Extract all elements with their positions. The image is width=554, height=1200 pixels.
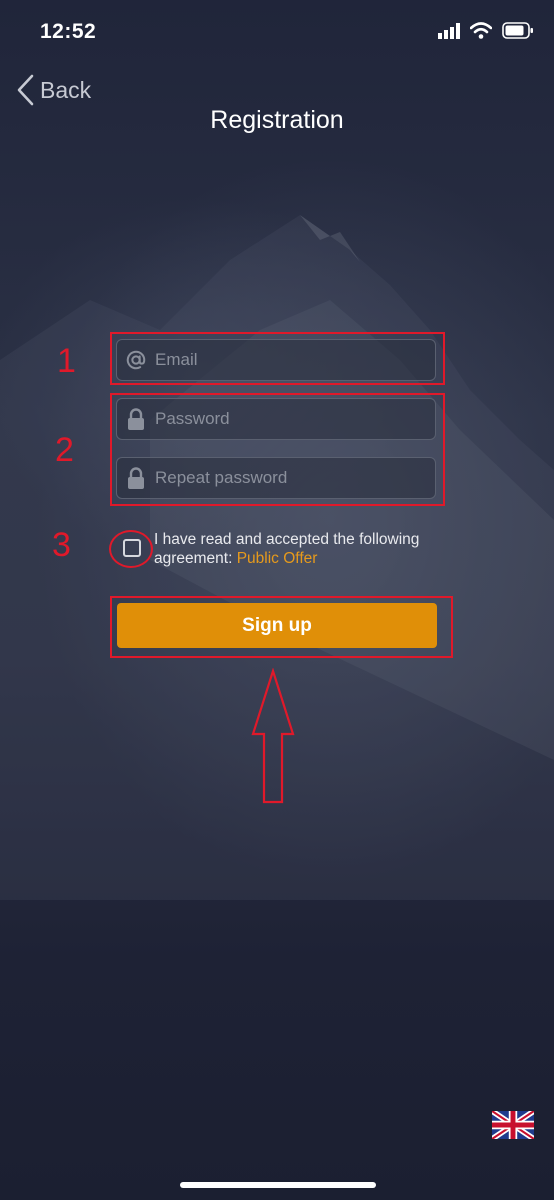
arrow-up-icon [251, 668, 295, 804]
status-time: 12:52 [40, 20, 97, 43]
page-title: Registration [210, 106, 344, 134]
status-icons [438, 22, 534, 39]
uk-flag-icon[interactable] [492, 1111, 534, 1139]
checkbox-annotation-circle [109, 530, 153, 568]
public-offer-link[interactable]: Public Offer [237, 550, 318, 567]
back-button[interactable]: Back [16, 74, 91, 106]
signal-icon [438, 22, 460, 39]
annotation-number-3: 3 [52, 526, 71, 564]
annotation-box-email [110, 332, 445, 385]
annotation-number-2: 2 [55, 431, 74, 469]
agreement-text: I have read and accepted the following a… [154, 530, 454, 568]
home-indicator [180, 1182, 376, 1188]
wifi-icon [470, 22, 492, 39]
annotation-number-1: 1 [57, 342, 76, 380]
status-bar: 12:52 [0, 0, 554, 64]
battery-icon [502, 22, 533, 39]
annotation-box-passwords [110, 393, 445, 506]
back-label: Back [40, 76, 92, 103]
annotation-box-signup [110, 596, 453, 658]
chevron-left-icon [17, 74, 34, 106]
